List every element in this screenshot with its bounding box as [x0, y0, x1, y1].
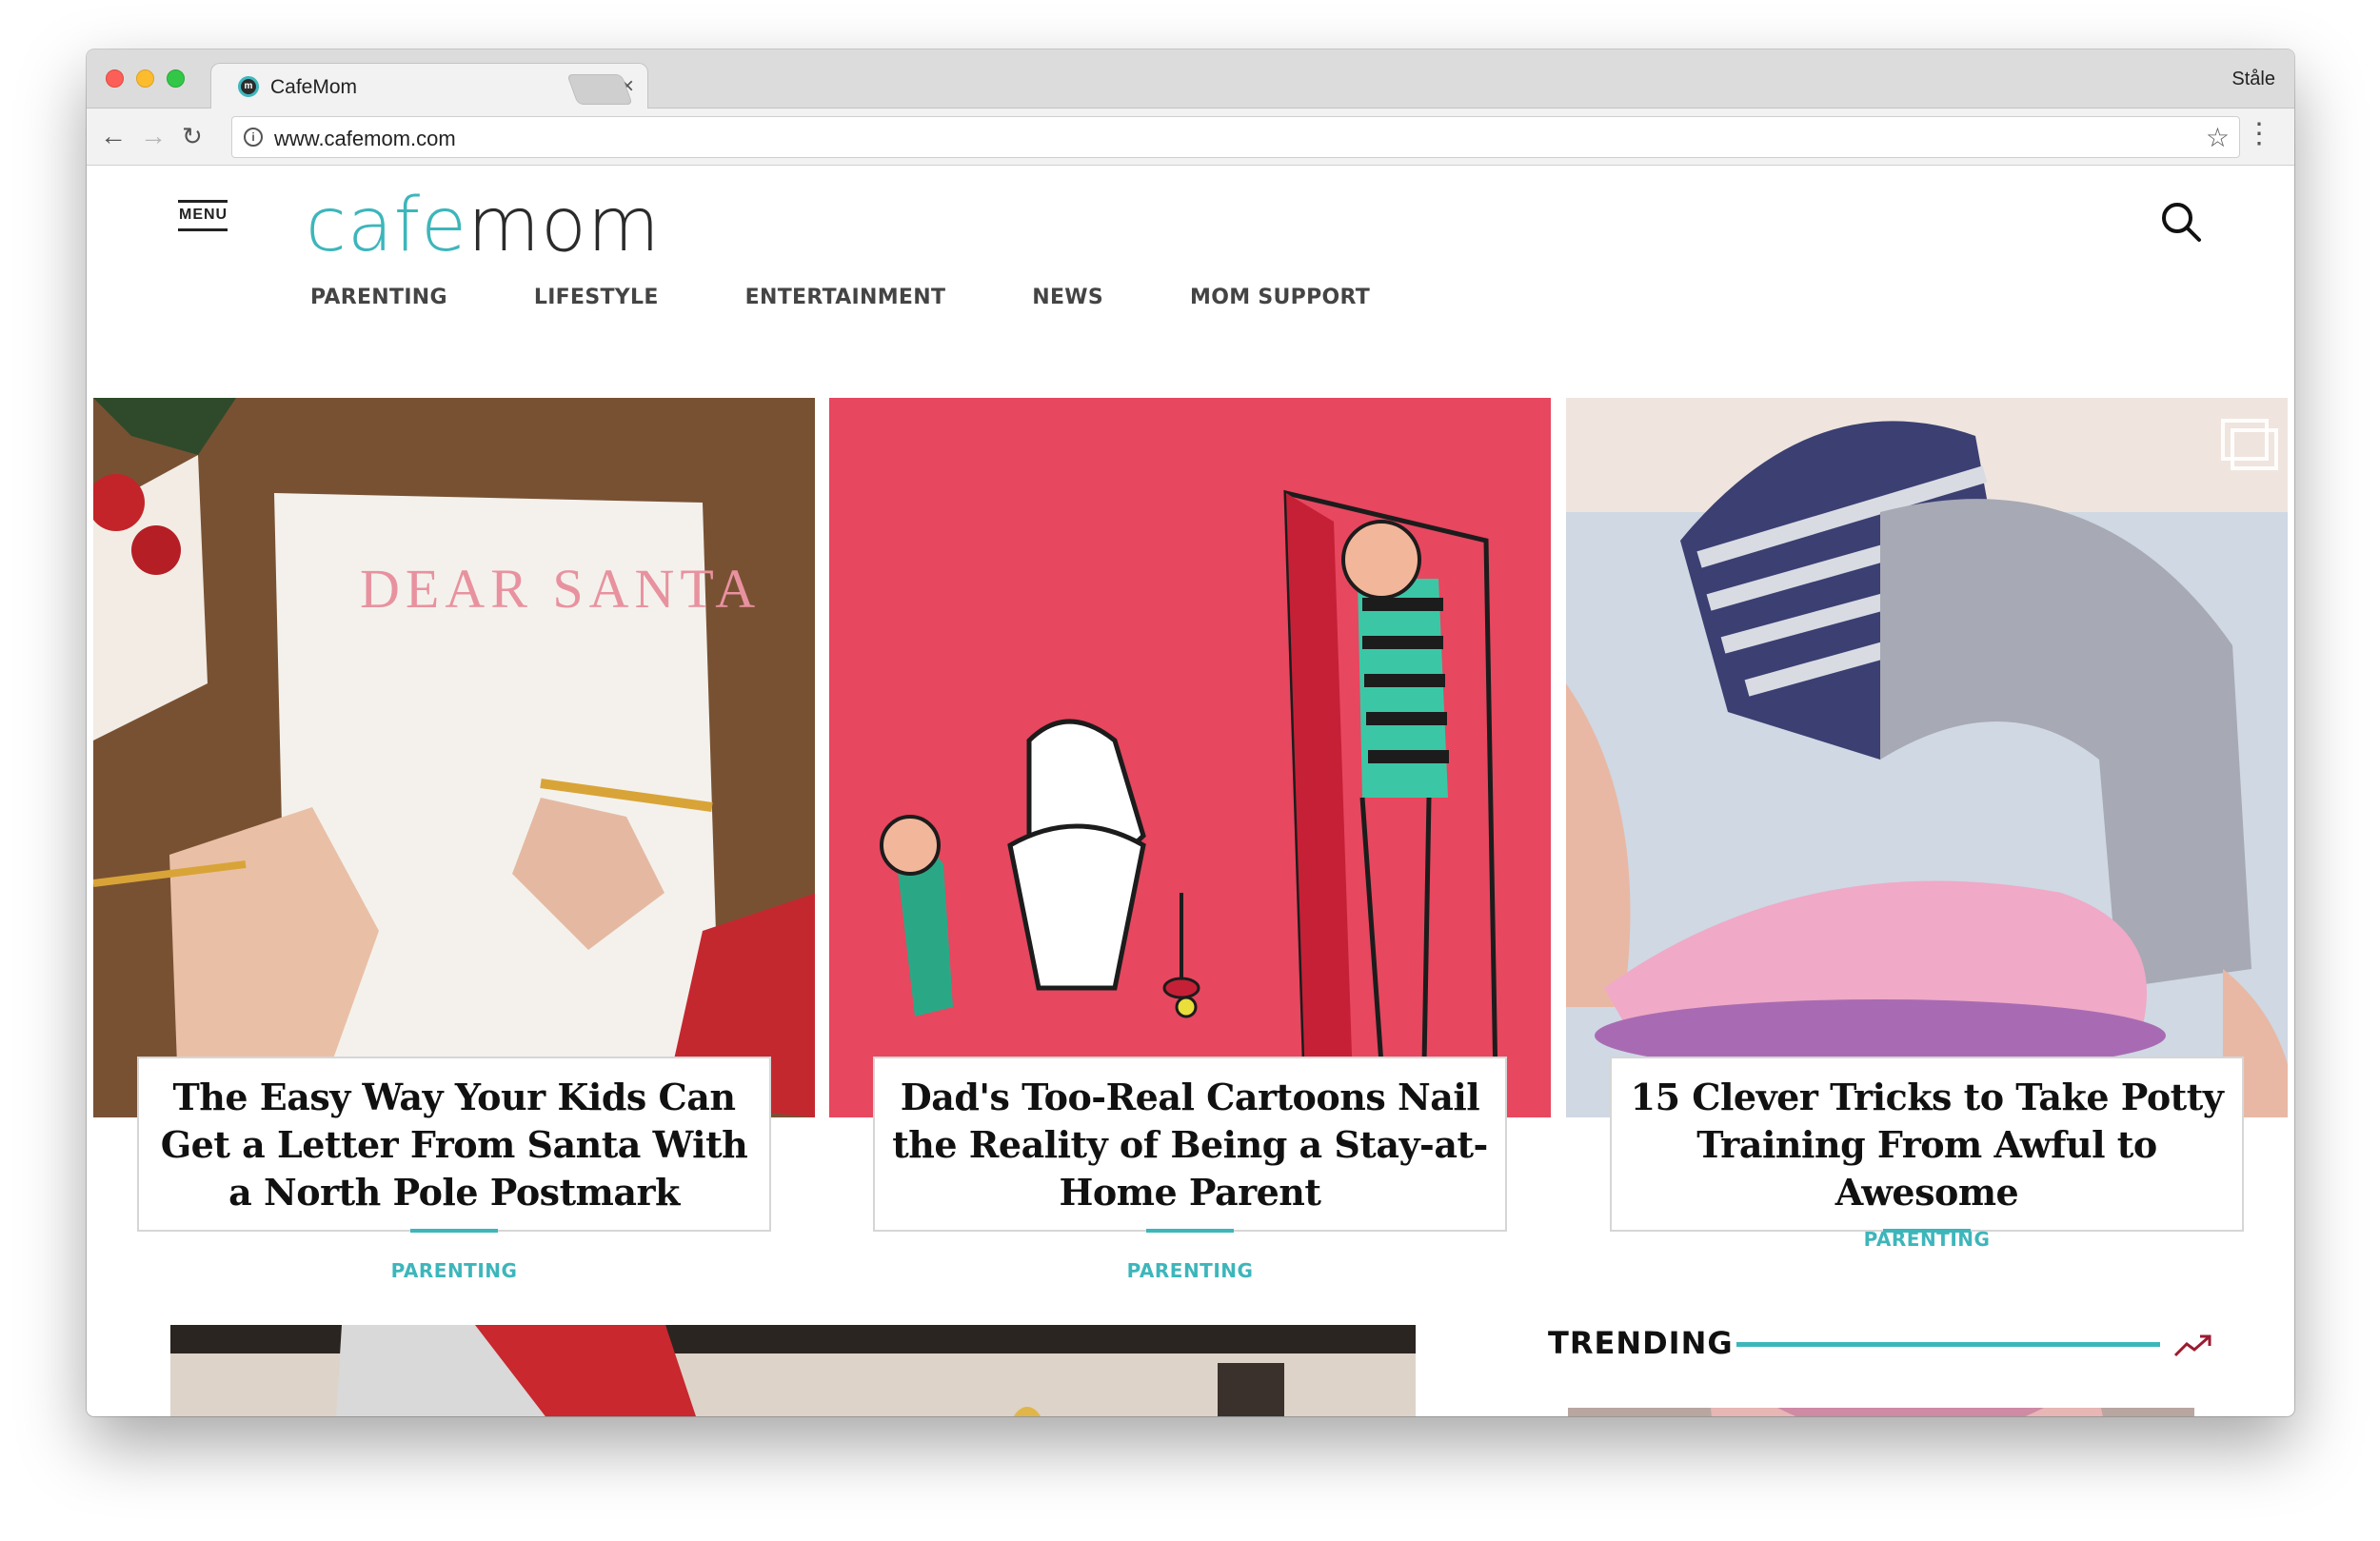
santa-letter-image[interactable]: DEAR SANTA	[93, 398, 815, 1117]
forward-arrow-icon[interactable]: →	[140, 120, 167, 152]
nav-entertainment[interactable]: ENTERTAINMENT	[745, 286, 946, 309]
card-title[interactable]: Dad's Too-Real Cartoons Nail the Reality…	[892, 1074, 1488, 1216]
card-category[interactable]: PARENTING	[1566, 1228, 2288, 1251]
featured-story-image[interactable]	[170, 1325, 1416, 1416]
logo-mom: mom	[467, 183, 661, 268]
card-title[interactable]: The Easy Way Your Kids Can Get a Letter …	[156, 1074, 752, 1216]
card-title-box[interactable]: The Easy Way Your Kids Can Get a Letter …	[137, 1057, 771, 1233]
title-underline	[1146, 1229, 1234, 1233]
browser-menu-icon[interactable]: ⋮	[2245, 120, 2273, 148]
featured-cards: DEAR SANTA The Easy Way Your Kids Can Ge…	[93, 398, 2288, 1282]
browser-window: m CafeMom × Ståle ← → ↻ i www.cafemom.co…	[87, 49, 2294, 1416]
nav-mom-support[interactable]: MOM SUPPORT	[1190, 286, 1370, 309]
nav-parenting[interactable]: PARENTING	[310, 286, 447, 309]
card-category[interactable]: PARENTING	[829, 1259, 1551, 1282]
maximize-window-button[interactable]	[167, 69, 185, 88]
back-arrow-icon[interactable]: ←	[100, 120, 127, 152]
nav-lifestyle[interactable]: LIFESTYLE	[534, 286, 659, 309]
title-underline	[410, 1229, 498, 1233]
site-logo[interactable]: cafemom	[306, 183, 661, 268]
bookmark-star-icon[interactable]: ☆	[2206, 122, 2230, 153]
profile-name[interactable]: Ståle	[2231, 69, 2275, 90]
card-category[interactable]: PARENTING	[93, 1259, 815, 1282]
minimize-window-button[interactable]	[136, 69, 154, 88]
card-title-box[interactable]: Dad's Too-Real Cartoons Nail the Reality…	[873, 1057, 1507, 1233]
menu-label: MENU	[179, 207, 228, 223]
trending-story-image[interactable]	[1568, 1408, 2194, 1416]
trending-divider	[1736, 1342, 2160, 1347]
card-title-box[interactable]: 15 Clever Tricks to Take Potty Training …	[1610, 1057, 2244, 1233]
potty-training-image[interactable]	[1566, 398, 2288, 1117]
address-bar[interactable]: i www.cafemom.com ☆	[231, 116, 2240, 158]
menu-line-bottom	[178, 228, 228, 231]
tab-title: CafeMom	[270, 76, 358, 98]
logo-cafe: cafe	[306, 183, 468, 268]
card-title[interactable]: 15 Clever Tricks to Take Potty Training …	[1629, 1074, 2225, 1216]
article-card-dad-cartoons[interactable]: Dad's Too-Real Cartoons Nail the Reality…	[829, 398, 1551, 1282]
article-card-potty-training[interactable]: 15 Clever Tricks to Take Potty Training …	[1566, 398, 2288, 1251]
info-icon[interactable]: i	[244, 128, 263, 147]
article-card-santa-letter[interactable]: DEAR SANTA The Easy Way Your Kids Can Ge…	[93, 398, 815, 1282]
reload-icon[interactable]: ↻	[182, 120, 203, 152]
page-content: MENU cafemom PARENTING LIFESTYLE ENTERTA…	[87, 166, 2294, 1416]
browser-toolbar: ← → ↻ i www.cafemom.com ☆ ⋮	[87, 109, 2294, 166]
close-window-button[interactable]	[106, 69, 124, 88]
dad-cartoon-image[interactable]	[829, 398, 1551, 1117]
url-text[interactable]: www.cafemom.com	[274, 127, 456, 151]
nav-news[interactable]: NEWS	[1032, 286, 1103, 309]
new-tab-button[interactable]	[566, 74, 633, 105]
trending-arrow-icon	[2173, 1334, 2211, 1357]
cafemom-favicon-icon: m	[238, 76, 259, 97]
trending-heading: TRENDING	[1548, 1325, 1734, 1361]
menu-line-top	[178, 200, 228, 203]
menu-button[interactable]: MENU	[178, 200, 231, 231]
search-icon[interactable]	[2159, 200, 2203, 244]
main-navigation: PARENTING LIFESTYLE ENTERTAINMENT NEWS M…	[310, 286, 1457, 309]
tab-strip: m CafeMom × Ståle	[87, 49, 2294, 109]
dear-santa-text: DEAR SANTA	[360, 558, 761, 620]
